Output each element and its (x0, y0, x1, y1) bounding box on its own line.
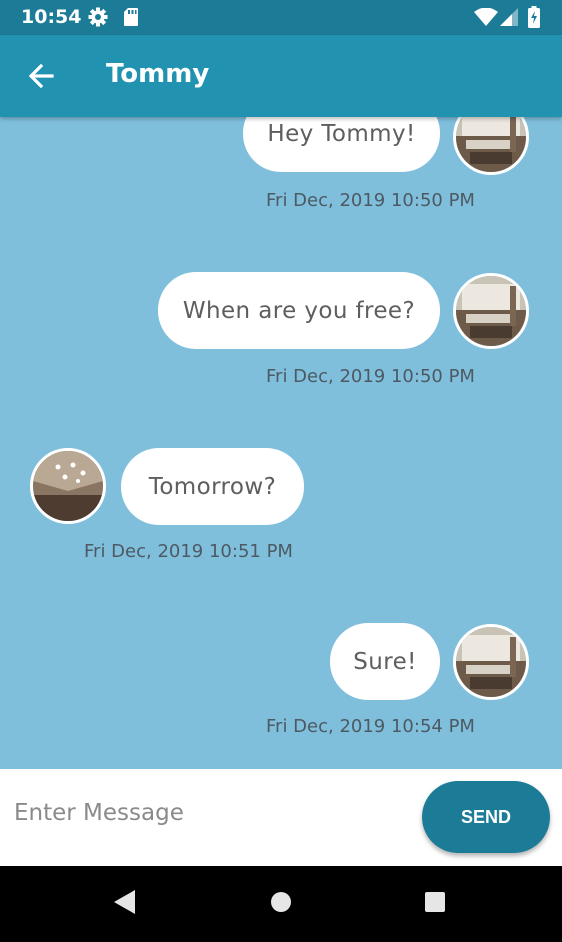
settings-icon (88, 7, 108, 31)
self-avatar[interactable] (453, 273, 529, 349)
conversation-title: Tommy (106, 59, 210, 89)
message-list[interactable]: Hey Tommy! Fri Dec, 2019 10:50 PM When a… (0, 117, 562, 769)
message-text: Hey Tommy! (267, 120, 416, 147)
wifi-icon (474, 7, 498, 30)
sd-card-icon (123, 7, 139, 31)
message-input[interactable] (12, 799, 406, 827)
self-avatar[interactable] (453, 117, 529, 175)
cellular-signal-icon (500, 8, 518, 30)
message-bubble-received[interactable]: Tomorrow? (121, 448, 304, 525)
message-bubble-sent[interactable]: When are you free? (158, 272, 440, 349)
message-text: Tomorrow? (148, 473, 277, 500)
message-composer: SEND (0, 769, 562, 866)
message-timestamp: Fri Dec, 2019 10:54 PM (266, 716, 475, 737)
self-avatar[interactable] (453, 624, 529, 700)
message-text: Sure! (353, 648, 417, 675)
battery-icon (528, 6, 540, 32)
status-time: 10:54 (21, 6, 82, 28)
status-bar: 10:54 (0, 0, 562, 35)
message-bubble-sent[interactable]: Sure! (330, 623, 440, 700)
message-timestamp: Fri Dec, 2019 10:51 PM (84, 541, 293, 562)
message-bubble-sent[interactable]: Hey Tommy! (243, 117, 440, 172)
app-bar: Tommy (0, 35, 562, 117)
nav-back-icon[interactable] (114, 890, 136, 918)
message-timestamp: Fri Dec, 2019 10:50 PM (266, 190, 475, 211)
nav-recents-icon[interactable] (424, 891, 446, 917)
send-button[interactable]: SEND (422, 781, 550, 853)
back-arrow-icon[interactable] (26, 61, 56, 91)
nav-home-icon[interactable] (270, 891, 292, 917)
message-text: When are you free? (182, 297, 416, 324)
contact-avatar[interactable] (30, 448, 106, 524)
system-navigation-bar (0, 866, 562, 942)
message-timestamp: Fri Dec, 2019 10:50 PM (266, 366, 475, 387)
